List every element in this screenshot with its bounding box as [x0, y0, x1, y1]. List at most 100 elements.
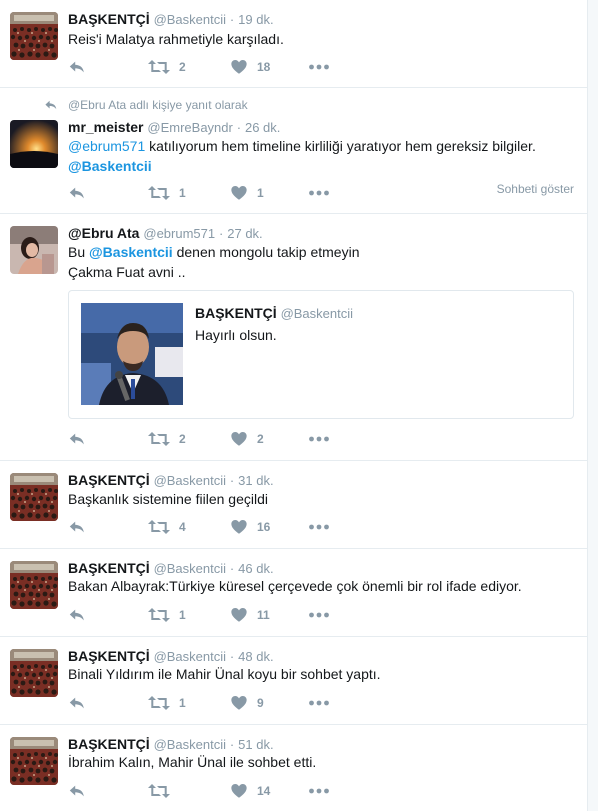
- timestamp[interactable]: 19 dk.: [238, 12, 273, 27]
- like-count: 2: [257, 432, 264, 446]
- user-name[interactable]: BAŞKENTÇİ: [68, 472, 150, 488]
- retweet-icon: [148, 183, 170, 203]
- retweet-button[interactable]: 1: [148, 605, 186, 625]
- like-button[interactable]: 11: [230, 605, 270, 625]
- separator-dot: ·: [229, 12, 235, 27]
- reply-button[interactable]: [68, 605, 86, 625]
- tweet-body: katılıyorum hem timeline kirliliği yarat…: [145, 138, 536, 154]
- more-button[interactable]: [308, 429, 330, 449]
- heart-icon: [230, 782, 248, 800]
- user-handle[interactable]: @EmreBayndr: [147, 120, 232, 135]
- avatar[interactable]: [10, 226, 58, 274]
- reply-icon: [68, 694, 86, 712]
- like-button[interactable]: 14: [230, 781, 270, 801]
- user-handle[interactable]: @Baskentcii: [154, 649, 226, 664]
- tweet[interactable]: BAŞKENTÇİ @Baskentcii · 46 dk. Bakan Alb…: [0, 549, 588, 637]
- retweet-count: 1: [179, 696, 186, 710]
- like-button[interactable]: 9: [230, 693, 264, 713]
- retweet-icon: [148, 605, 170, 625]
- reply-button[interactable]: [68, 693, 86, 713]
- reply-context[interactable]: @Ebru Ata adlı kişiye yanıt olarak: [44, 98, 248, 112]
- timestamp[interactable]: 27 dk.: [227, 226, 262, 241]
- more-button[interactable]: [308, 781, 330, 801]
- retweet-button[interactable]: 2: [148, 429, 186, 449]
- show-conversation-link[interactable]: Sohbeti göster: [497, 182, 574, 196]
- timestamp[interactable]: 26 dk.: [245, 120, 280, 135]
- tweet-text: İbrahim Kalın, Mahir Ünal ile sohbet ett…: [68, 754, 317, 770]
- tweet-actions: 1 11: [68, 605, 578, 625]
- timestamp[interactable]: 46 dk.: [238, 561, 273, 576]
- separator-dot: ·: [229, 737, 235, 752]
- timestamp[interactable]: 51 dk.: [238, 737, 273, 752]
- tweet-text: Bakan Albayrak:Türkiye küresel çerçevede…: [68, 578, 522, 594]
- reply-icon: [44, 98, 58, 112]
- more-button[interactable]: [308, 693, 330, 713]
- reply-button[interactable]: [68, 57, 86, 77]
- tweet[interactable]: BAŞKENTÇİ @Baskentcii · 51 dk. İbrahim K…: [0, 725, 588, 811]
- more-button[interactable]: [308, 57, 330, 77]
- retweet-button[interactable]: 4: [148, 517, 186, 537]
- like-button[interactable]: 18: [230, 57, 270, 77]
- user-name[interactable]: @Ebru Ata: [68, 225, 139, 241]
- reply-button[interactable]: [68, 429, 86, 449]
- user-name[interactable]: mr_meister: [68, 119, 144, 135]
- reply-button[interactable]: [68, 781, 86, 801]
- retweet-button[interactable]: 1: [148, 693, 186, 713]
- like-button[interactable]: 1: [230, 183, 264, 203]
- more-icon: [308, 429, 330, 449]
- tweet-body-line2: Çakma Fuat avni ..: [68, 264, 186, 280]
- separator-dot: ·: [229, 561, 235, 576]
- reply-button[interactable]: [68, 517, 86, 537]
- quoted-tweet[interactable]: BAŞKENTÇİ @Baskentcii Hayırlı olsun.: [68, 290, 574, 419]
- retweet-button[interactable]: [148, 781, 179, 801]
- like-button[interactable]: 2: [230, 429, 264, 449]
- heart-icon: [230, 430, 248, 448]
- timestamp[interactable]: 48 dk.: [238, 649, 273, 664]
- like-count: 11: [257, 608, 270, 622]
- user-name[interactable]: BAŞKENTÇİ: [68, 736, 150, 752]
- mention-link[interactable]: @Baskentcii: [68, 158, 152, 174]
- avatar[interactable]: [10, 120, 58, 168]
- user-handle[interactable]: @Baskentcii: [154, 473, 226, 488]
- tweet[interactable]: @Ebru Ata @ebrum571 · 27 dk. Bu @Baskent…: [0, 214, 588, 461]
- more-button[interactable]: [308, 517, 330, 537]
- tweet[interactable]: BAŞKENTÇİ @Baskentcii · 31 dk. Başkanlık…: [0, 461, 588, 549]
- user-handle[interactable]: @Baskentcii: [154, 561, 226, 576]
- separator-dot: ·: [229, 649, 235, 664]
- reply-icon: [68, 430, 86, 448]
- retweet-icon: [148, 57, 170, 77]
- retweet-icon: [148, 781, 170, 801]
- avatar[interactable]: [10, 561, 58, 609]
- tweet-actions: 2 18: [68, 57, 578, 77]
- retweet-icon: [148, 693, 170, 713]
- user-handle[interactable]: @Baskentcii: [154, 737, 226, 752]
- quoted-user-handle[interactable]: @Baskentcii: [281, 306, 353, 321]
- tweet[interactable]: BAŞKENTÇİ @Baskentcii · 48 dk. Binali Yı…: [0, 637, 588, 725]
- retweet-button[interactable]: 1: [148, 183, 186, 203]
- quoted-user-name[interactable]: BAŞKENTÇİ: [195, 305, 277, 321]
- tweet[interactable]: @Ebru Ata adlı kişiye yanıt olarak mr_me…: [0, 88, 588, 214]
- user-handle[interactable]: @ebrum571: [143, 226, 215, 241]
- more-button[interactable]: [308, 605, 330, 625]
- user-handle[interactable]: @Baskentcii: [154, 12, 226, 27]
- user-name[interactable]: BAŞKENTÇİ: [68, 560, 150, 576]
- tweet[interactable]: BAŞKENTÇİ @Baskentcii · 19 dk. Reis'i Ma…: [0, 0, 588, 88]
- more-button[interactable]: [308, 183, 330, 203]
- retweet-button[interactable]: 2: [148, 57, 186, 77]
- like-count: 14: [257, 784, 271, 798]
- avatar[interactable]: [10, 649, 58, 697]
- timestamp[interactable]: 31 dk.: [238, 473, 273, 488]
- heart-icon: [230, 694, 248, 712]
- avatar[interactable]: [10, 12, 58, 60]
- reply-button[interactable]: [68, 183, 86, 203]
- user-name[interactable]: BAŞKENTÇİ: [68, 11, 150, 27]
- separator-dot: ·: [236, 120, 242, 135]
- retweet-count: 1: [179, 608, 186, 622]
- avatar[interactable]: [10, 473, 58, 521]
- avatar[interactable]: [10, 737, 58, 785]
- user-name[interactable]: BAŞKENTÇİ: [68, 648, 150, 664]
- mention-link[interactable]: @ebrum571: [68, 138, 145, 154]
- like-button[interactable]: 16: [230, 517, 270, 537]
- mention-link[interactable]: @Baskentcii: [89, 244, 173, 260]
- quoted-tweet-image[interactable]: [81, 303, 183, 405]
